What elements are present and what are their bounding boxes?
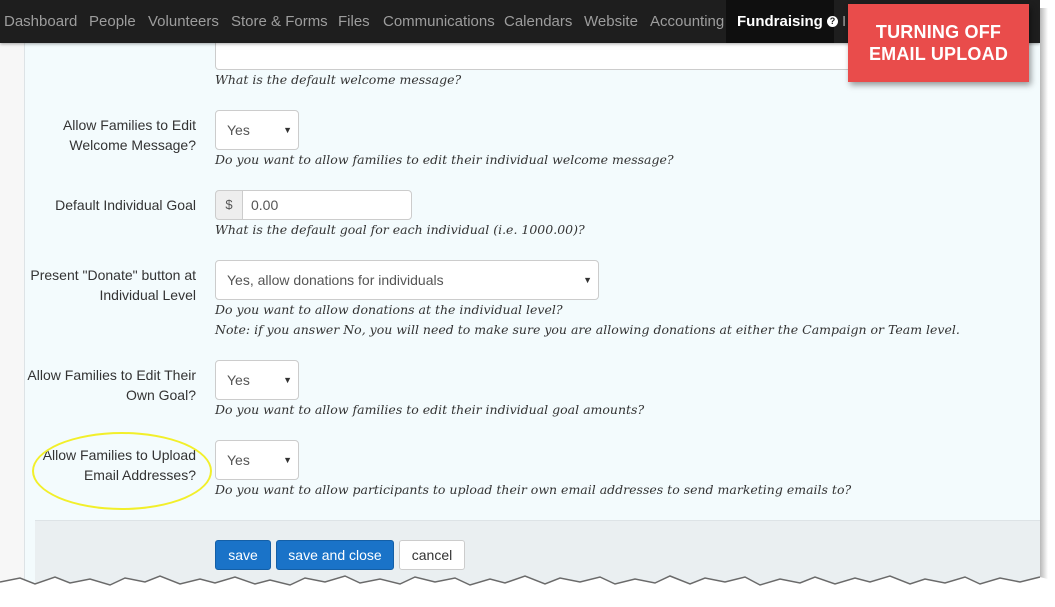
upload-email-select[interactable]: Yes ▼ — [215, 440, 299, 480]
banner-line-1: TURNING OFF — [875, 22, 1002, 42]
banner-line-2: EMAIL UPLOAD — [868, 44, 1009, 64]
nav-help-partial[interactable]: I — [842, 0, 846, 43]
caret-down-icon: ▼ — [283, 125, 292, 135]
welcome-message-help: What is the default welcome message? — [215, 72, 462, 87]
save-and-close-button[interactable]: save and close — [276, 540, 394, 570]
nav-website[interactable]: Website — [584, 0, 638, 43]
upload-email-value: Yes — [227, 452, 250, 468]
save-button[interactable]: save — [215, 540, 271, 570]
screenshot-frame: Dashboard People Volunteers Store & Form… — [0, 0, 1040, 600]
donate-note: Note: if you answer No, you will need to… — [215, 322, 960, 337]
page-shadow — [1040, 8, 1048, 583]
goal-input-group: $ 0.00 — [215, 190, 412, 220]
nav-people[interactable]: People — [89, 0, 136, 43]
nav-accounting[interactable]: Accounting — [650, 0, 724, 43]
torn-edge — [0, 575, 1055, 607]
donate-select[interactable]: Yes, allow donations for individuals ▼ — [215, 260, 599, 300]
edit-goal-value: Yes — [227, 372, 250, 388]
cancel-button[interactable]: cancel — [399, 540, 465, 570]
nav-fundraising[interactable]: Fundraising — [726, 0, 834, 43]
edit-welcome-value: Yes — [227, 122, 250, 138]
annotation-banner: TURNING OFF EMAIL UPLOAD — [848, 4, 1029, 82]
nav-calendars[interactable]: Calendars — [504, 0, 572, 43]
nav-volunteers[interactable]: Volunteers — [148, 0, 219, 43]
edit-welcome-select[interactable]: Yes ▼ — [215, 110, 299, 150]
nav-dashboard[interactable]: Dashboard — [4, 0, 77, 43]
edit-welcome-label: Allow Families to Edit Welcome Message? — [62, 117, 196, 153]
donate-label: Present "Donate" button at Individual Le… — [30, 267, 196, 303]
donate-value: Yes, allow donations for individuals — [227, 272, 444, 288]
nav-store-forms[interactable]: Store & Forms — [231, 0, 328, 43]
caret-down-icon: ▼ — [583, 275, 592, 285]
goal-help: What is the default goal for each indivi… — [215, 222, 585, 237]
goal-input[interactable]: 0.00 — [242, 190, 412, 220]
dollar-addon: $ — [215, 190, 243, 220]
nav-communications[interactable]: Communications — [383, 0, 495, 43]
welcome-message-textarea[interactable] — [215, 43, 865, 70]
donate-help: Do you want to allow donations at the in… — [215, 302, 563, 317]
help-icon[interactable]: ? — [827, 16, 838, 27]
nav-files[interactable]: Files — [338, 0, 370, 43]
edit-welcome-help: Do you want to allow families to edit th… — [215, 152, 674, 167]
edit-goal-select[interactable]: Yes ▼ — [215, 360, 299, 400]
caret-down-icon: ▼ — [283, 455, 292, 465]
edit-goal-label: Allow Families to Edit Their Own Goal? — [27, 367, 196, 403]
caret-down-icon: ▼ — [283, 375, 292, 385]
edit-goal-help: Do you want to allow families to edit th… — [215, 402, 645, 417]
highlight-ellipse — [32, 432, 212, 510]
upload-email-help: Do you want to allow participants to upl… — [215, 482, 852, 497]
goal-label: Default Individual Goal — [55, 197, 196, 213]
